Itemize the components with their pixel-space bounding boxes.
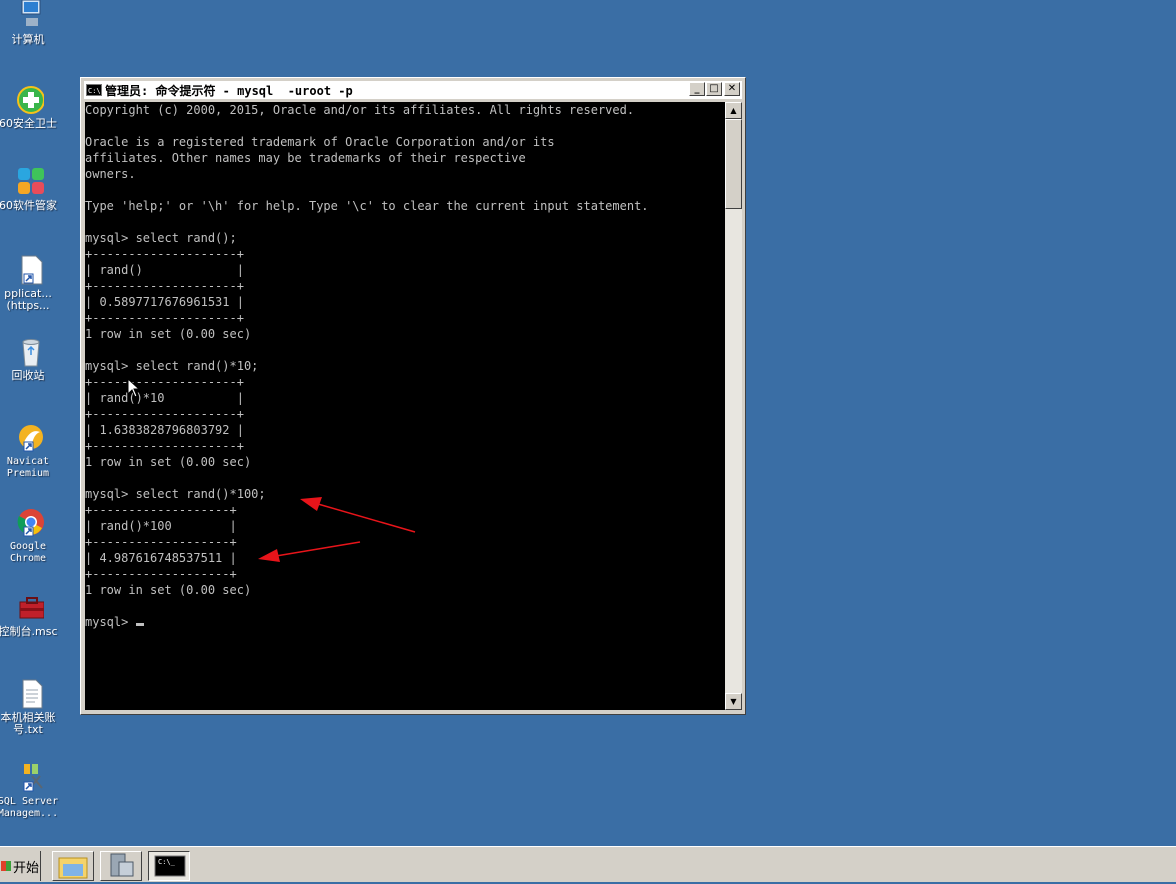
desktop-icon-label: Google Chrome	[9, 541, 47, 564]
software-manager-icon	[12, 166, 44, 198]
svg-text:C:\_: C:\_	[158, 858, 176, 866]
text-file-icon	[12, 678, 44, 710]
recycle-bin-icon	[12, 336, 44, 368]
console-app-icon: C:\	[86, 84, 102, 96]
desktop-icon-google-chrome[interactable]: Google Chrome	[0, 507, 63, 565]
chrome-icon	[12, 507, 44, 539]
console-text: Copyright (c) 2000, 2015, Oracle and/or …	[85, 102, 725, 630]
scroll-up-button[interactable]: ▲	[725, 102, 742, 119]
taskbar-explorer[interactable]	[52, 851, 94, 881]
desktop-icon-console-msc[interactable]: 控制台.msc	[0, 592, 63, 638]
desktop-icon-application-shortcut[interactable]: pplicat... (https...	[0, 254, 63, 312]
text-cursor	[135, 623, 144, 626]
desktop-icon-computer[interactable]: 计算机	[0, 0, 63, 46]
shield-plus-icon	[12, 84, 45, 116]
toolbox-icon	[12, 592, 45, 624]
desktop-icon-label: 回收站	[11, 369, 45, 382]
desktop-icon-360-software[interactable]: 60软件管家	[0, 166, 63, 212]
window-titlebar[interactable]: C:\ 管理员: 命令提示符 - mysql -uroot -p _ □ ✕	[84, 81, 742, 99]
desktop-icon-label: 60安全卫士	[0, 117, 57, 130]
console-lines: Copyright (c) 2000, 2015, Oracle and/or …	[85, 103, 649, 629]
server-manager-icon	[110, 853, 134, 877]
desktop-icon-label: Navicat Premium	[6, 456, 50, 479]
desktop-icon-label: 60软件管家	[0, 199, 57, 212]
taskbar: 开始 C:\_	[0, 846, 1176, 882]
start-label: 开始	[12, 860, 39, 876]
close-button[interactable]: ✕	[724, 82, 740, 96]
desktop-icon-sql-server[interactable]: SQL Server Managem...	[0, 762, 63, 820]
scrollbar-thumb[interactable]	[725, 119, 742, 209]
command-prompt-window[interactable]: C:\ 管理员: 命令提示符 - mysql -uroot -p _ □ ✕ C…	[80, 77, 746, 715]
desktop-icon-account-txt[interactable]: 本机相关账 号.txt	[0, 678, 63, 736]
computer-icon	[12, 0, 44, 32]
desktop-icon-recycle-bin[interactable]: 回收站	[0, 336, 63, 382]
minimize-button[interactable]: _	[689, 82, 705, 96]
windows-flag-icon	[0, 861, 11, 871]
maximize-button[interactable]: □	[706, 82, 722, 96]
scroll-down-button[interactable]: ▼	[725, 693, 742, 710]
shortcut-file-icon	[12, 254, 44, 286]
minimize-icon: _	[694, 83, 700, 94]
desktop-icon-label: 计算机	[11, 33, 45, 46]
mouse-pointer-icon	[128, 379, 140, 398]
desktop-icon-navicat[interactable]: Navicat Premium	[0, 422, 63, 480]
desktop-icon-label: 本机相关账 号.txt	[0, 711, 56, 736]
command-prompt-icon: C:\_	[154, 855, 186, 877]
close-icon: ✕	[727, 83, 737, 94]
taskbar-command-prompt[interactable]: C:\_	[148, 851, 190, 881]
folder-icon	[58, 857, 88, 879]
desktop-icon-360-security[interactable]: 60安全卫士	[0, 84, 63, 130]
desktop-icon-label: pplicat... (https...	[4, 287, 52, 312]
desktop-icon-label: 控制台.msc	[0, 625, 58, 638]
navicat-icon	[12, 422, 44, 454]
window-title: 管理员: 命令提示符 - mysql -uroot -p	[105, 83, 353, 98]
vertical-scrollbar[interactable]: ▲ ▼	[725, 102, 742, 710]
maximize-icon: □	[709, 83, 719, 94]
start-button[interactable]: 开始	[0, 851, 41, 881]
desktop-icon-label: SQL Server Managem...	[0, 796, 59, 819]
sql-server-icon	[12, 762, 44, 794]
desktop: 计算机 60安全卫士 60软件管家 pplicat... (https... 回…	[0, 0, 1176, 846]
taskbar-server-manager[interactable]	[100, 851, 142, 881]
console-output-area[interactable]: Copyright (c) 2000, 2015, Oracle and/or …	[85, 102, 725, 710]
